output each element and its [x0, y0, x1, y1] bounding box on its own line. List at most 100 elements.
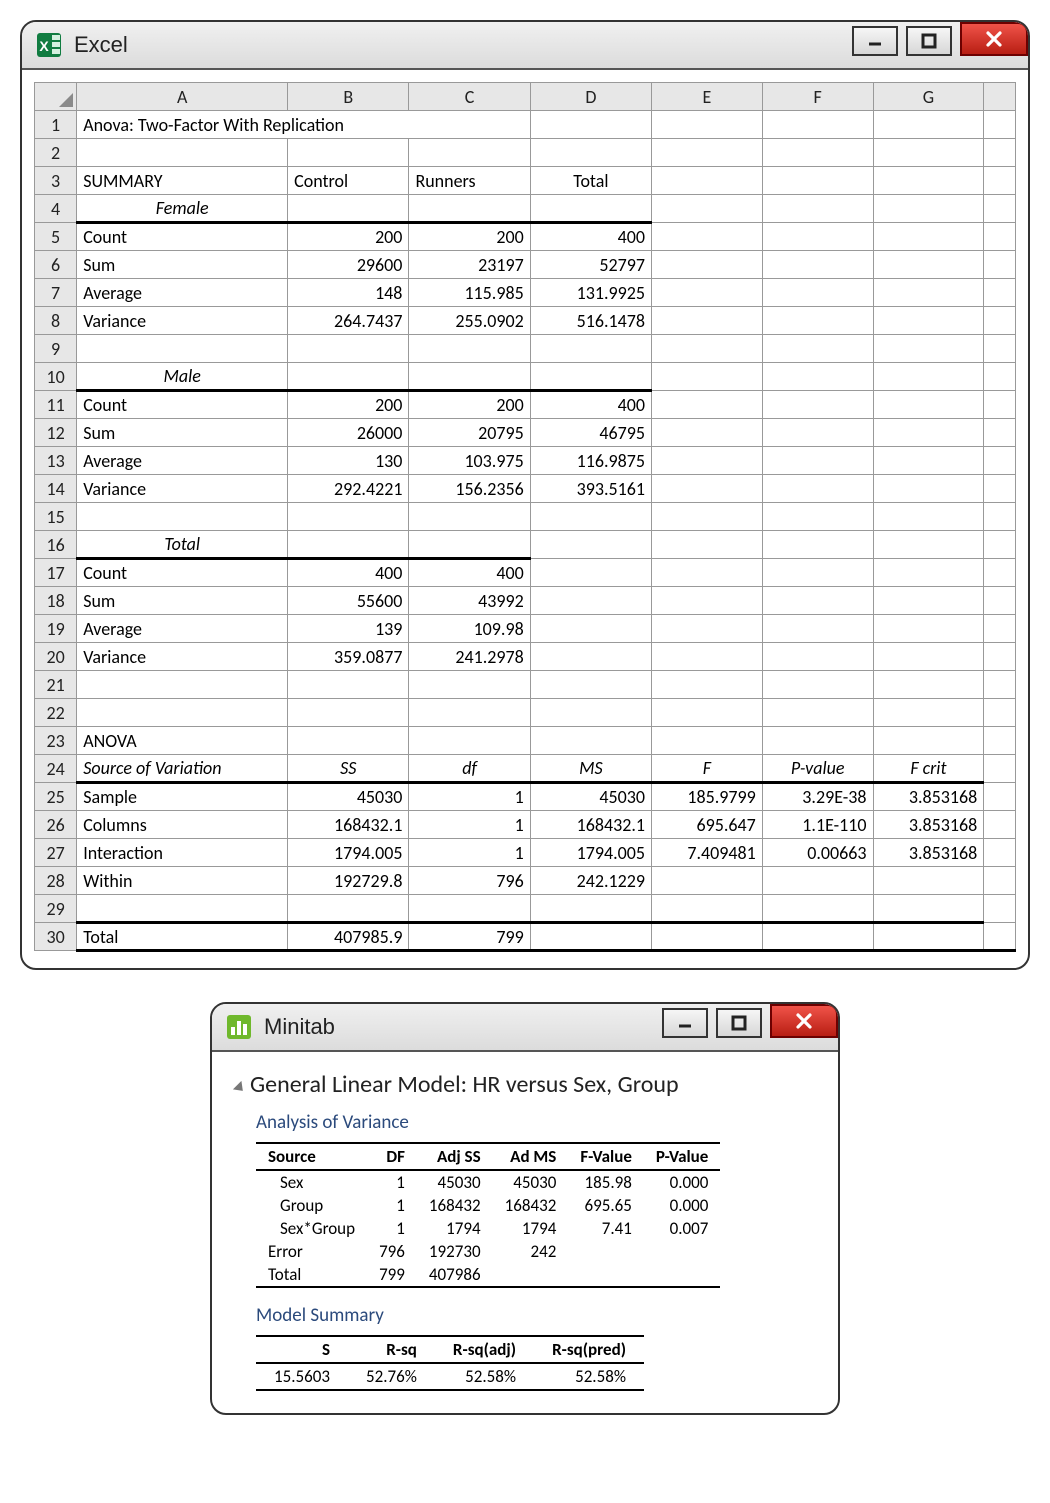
col-header[interactable]: D: [530, 83, 651, 111]
cell[interactable]: 799: [409, 923, 530, 951]
row-header[interactable]: 28: [35, 867, 77, 895]
cell[interactable]: MS: [530, 755, 651, 783]
cell[interactable]: [762, 111, 873, 139]
cell[interactable]: Average: [77, 447, 288, 475]
row[interactable]: 20 Variance 359.0877 241.2978: [35, 643, 1016, 671]
row[interactable]: 26 Columns 168432.1 1 168432.1 695.647 1…: [35, 811, 1016, 839]
row-header[interactable]: 2: [35, 139, 77, 167]
cell[interactable]: Count: [77, 559, 288, 587]
row[interactable]: 4 Female: [35, 195, 1016, 223]
cell[interactable]: Sample: [77, 783, 288, 811]
cell[interactable]: 796: [409, 867, 530, 895]
cell[interactable]: 1.1E-110: [762, 811, 873, 839]
cell[interactable]: 103.975: [409, 447, 530, 475]
cell[interactable]: Control: [288, 167, 409, 195]
cell[interactable]: 116.9875: [530, 447, 651, 475]
cell[interactable]: Total: [530, 167, 651, 195]
col-header[interactable]: C: [409, 83, 530, 111]
cell[interactable]: 3.853168: [873, 839, 984, 867]
cell[interactable]: 200: [288, 391, 409, 419]
row-header[interactable]: 5: [35, 223, 77, 251]
cell[interactable]: Average: [77, 615, 288, 643]
cell[interactable]: 3.29E-38: [762, 783, 873, 811]
col-header[interactable]: B: [288, 83, 409, 111]
cell[interactable]: Count: [77, 223, 288, 251]
row-header[interactable]: 7: [35, 279, 77, 307]
collapse-triangle-icon[interactable]: [233, 1081, 247, 1095]
row[interactable]: 3 SUMMARY Control Runners Total: [35, 167, 1016, 195]
cell[interactable]: Sum: [77, 587, 288, 615]
cell[interactable]: 29600: [288, 251, 409, 279]
cell[interactable]: Female: [77, 195, 288, 223]
minimize-button[interactable]: [662, 1008, 708, 1038]
cell[interactable]: Count: [77, 391, 288, 419]
cell[interactable]: 139: [288, 615, 409, 643]
row[interactable]: 15: [35, 503, 1016, 531]
cell[interactable]: Sum: [77, 419, 288, 447]
row-header[interactable]: 12: [35, 419, 77, 447]
row[interactable]: 22: [35, 699, 1016, 727]
cell[interactable]: 359.0877: [288, 643, 409, 671]
row-header[interactable]: 16: [35, 531, 77, 559]
cell[interactable]: 1794.005: [530, 839, 651, 867]
cell[interactable]: Within: [77, 867, 288, 895]
cell[interactable]: 200: [409, 391, 530, 419]
row-header[interactable]: 6: [35, 251, 77, 279]
col-header[interactable]: E: [652, 83, 763, 111]
cell[interactable]: 1: [409, 839, 530, 867]
row[interactable]: 1 Anova: Two-Factor With Replication: [35, 111, 1016, 139]
row-header[interactable]: 13: [35, 447, 77, 475]
row-header[interactable]: 29: [35, 895, 77, 923]
row[interactable]: 19 Average 139 109.98: [35, 615, 1016, 643]
cell[interactable]: 192729.8: [288, 867, 409, 895]
row-header[interactable]: 19: [35, 615, 77, 643]
minimize-button[interactable]: [852, 26, 898, 56]
row[interactable]: 7 Average 148 115.985 131.9925: [35, 279, 1016, 307]
col-header-extra[interactable]: [984, 83, 1016, 111]
cell[interactable]: F: [652, 755, 763, 783]
row-header[interactable]: 30: [35, 923, 77, 951]
row-header[interactable]: 17: [35, 559, 77, 587]
cell[interactable]: 55600: [288, 587, 409, 615]
cell[interactable]: Interaction: [77, 839, 288, 867]
cell[interactable]: 1: [409, 783, 530, 811]
cell[interactable]: 23197: [409, 251, 530, 279]
cell[interactable]: 695.647: [652, 811, 763, 839]
col-header[interactable]: G: [873, 83, 984, 111]
row[interactable]: 9: [35, 335, 1016, 363]
col-header[interactable]: A: [77, 83, 288, 111]
cell[interactable]: 20795: [409, 419, 530, 447]
row-header[interactable]: 10: [35, 363, 77, 391]
cell[interactable]: 200: [288, 223, 409, 251]
row-header[interactable]: 14: [35, 475, 77, 503]
cell[interactable]: 516.1478: [530, 307, 651, 335]
maximize-button[interactable]: [906, 26, 952, 56]
row[interactable]: 25 Sample 45030 1 45030 185.9799 3.29E-3…: [35, 783, 1016, 811]
row[interactable]: 11 Count 200 200 400: [35, 391, 1016, 419]
cell[interactable]: 131.9925: [530, 279, 651, 307]
row[interactable]: 24 Source of Variation SS df MS F P-valu…: [35, 755, 1016, 783]
row[interactable]: 13 Average 130 103.975 116.9875: [35, 447, 1016, 475]
cell[interactable]: 3.853168: [873, 811, 984, 839]
row[interactable]: 14 Variance 292.4221 156.2356 393.5161: [35, 475, 1016, 503]
cell[interactable]: Sum: [77, 251, 288, 279]
row[interactable]: 29: [35, 895, 1016, 923]
row[interactable]: 6 Sum 29600 23197 52797: [35, 251, 1016, 279]
cell[interactable]: 264.7437: [288, 307, 409, 335]
cell[interactable]: Average: [77, 279, 288, 307]
row-header[interactable]: 18: [35, 587, 77, 615]
cell[interactable]: SUMMARY: [77, 167, 288, 195]
cell[interactable]: Male: [77, 363, 288, 391]
cell[interactable]: 400: [530, 223, 651, 251]
maximize-button[interactable]: [716, 1008, 762, 1038]
cell[interactable]: Source of Variation: [77, 755, 288, 783]
cell[interactable]: [652, 111, 763, 139]
cell[interactable]: 46795: [530, 419, 651, 447]
cell[interactable]: Total: [77, 531, 288, 559]
cell[interactable]: Total: [77, 923, 288, 951]
close-button[interactable]: [770, 1004, 838, 1038]
cell[interactable]: 168432.1: [288, 811, 409, 839]
row-header[interactable]: 26: [35, 811, 77, 839]
row-header[interactable]: 3: [35, 167, 77, 195]
cell[interactable]: 242.1229: [530, 867, 651, 895]
